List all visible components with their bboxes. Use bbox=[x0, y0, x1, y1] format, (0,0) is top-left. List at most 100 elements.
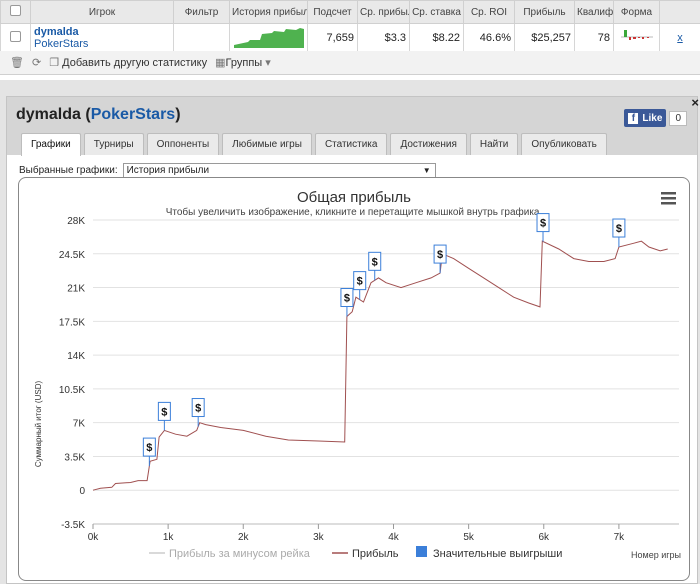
x-tick-label: 0k bbox=[88, 532, 100, 543]
panel-title: dymalda (PokerStars) bbox=[16, 106, 181, 124]
legend-item-profit[interactable]: Прибыль bbox=[352, 548, 399, 560]
grid-toolbar: 🗑 ⟳ ❐ Добавить другую статистику ▦Группы… bbox=[0, 51, 700, 75]
table-row[interactable]: dymalda PokerStars 7,659 $3.3 $8.22 46.6… bbox=[1, 24, 700, 53]
tab-statistics[interactable]: Статистика bbox=[315, 133, 388, 155]
avg-profit-value: $3.3 bbox=[358, 24, 410, 53]
big-win-flag[interactable]: $ bbox=[537, 214, 549, 242]
avg-stake-value: $8.22 bbox=[410, 24, 464, 53]
avg-roi-value: 46.6% bbox=[464, 24, 515, 53]
tab-achievements[interactable]: Достижения bbox=[390, 133, 466, 155]
x-tick-label: 7k bbox=[614, 532, 626, 543]
y-tick-label: 14K bbox=[67, 351, 85, 362]
x-tick-label: 3k bbox=[313, 532, 325, 543]
add-stats-button[interactable]: ❐ Добавить другую статистику bbox=[49, 56, 207, 69]
chart-select-label: Выбранные графики: bbox=[19, 165, 118, 176]
trash-icon[interactable]: 🗑 bbox=[10, 56, 24, 69]
profit-value: $25,257 bbox=[515, 24, 575, 53]
y-tick-label: 3.5K bbox=[64, 452, 85, 463]
select-all-checkbox[interactable] bbox=[1, 1, 31, 24]
network-link[interactable]: PokerStars bbox=[34, 38, 170, 50]
legend-item-rake[interactable]: Прибыль за минусом рейка bbox=[169, 548, 311, 560]
groups-button[interactable]: ▦Группы ▾ bbox=[215, 56, 271, 69]
form-chart bbox=[614, 24, 660, 53]
y-tick-label: 10.5K bbox=[59, 385, 85, 396]
col-player[interactable]: Игрок bbox=[31, 1, 174, 24]
sparkline-icon bbox=[234, 26, 304, 48]
like-button[interactable]: fLike bbox=[624, 109, 666, 127]
table-header-row: Игрок Фильтр История прибыли Подсчет Ср.… bbox=[1, 1, 700, 24]
qual-value: 78 bbox=[575, 24, 614, 53]
col-filter[interactable]: Фильтр bbox=[174, 1, 230, 24]
col-count[interactable]: Подсчет bbox=[308, 1, 358, 24]
facebook-like[interactable]: fLike 0 bbox=[624, 109, 687, 127]
tab-publish[interactable]: Опубликовать bbox=[521, 133, 606, 155]
menu-icon[interactable] bbox=[661, 192, 676, 205]
panel-tabs: Графики Турниры Оппоненты Любимые игры С… bbox=[21, 133, 607, 156]
legend-bigwins-swatch bbox=[416, 546, 427, 557]
col-form[interactable]: Форма bbox=[614, 1, 660, 24]
player-grid: Игрок Фильтр История прибыли Подсчет Ср.… bbox=[0, 0, 700, 80]
player-table: Игрок Фильтр История прибыли Подсчет Ср.… bbox=[0, 0, 700, 53]
svg-text:$: $ bbox=[540, 218, 546, 230]
x-tick-label: 5k bbox=[463, 532, 475, 543]
col-profit[interactable]: Прибыль bbox=[515, 1, 575, 24]
tab-tournaments[interactable]: Турниры bbox=[84, 133, 144, 155]
player-name-link[interactable]: dymalda bbox=[34, 26, 170, 38]
svg-text:$: $ bbox=[146, 442, 152, 454]
y-tick-label: 17.5K bbox=[59, 317, 85, 328]
y-axis-title: Суммарный итог (USD) bbox=[34, 381, 43, 468]
chart-select[interactable]: История прибыли ▼ bbox=[123, 163, 436, 178]
svg-text:$: $ bbox=[161, 406, 167, 418]
col-avg-roi[interactable]: Ср. ROI bbox=[464, 1, 515, 24]
refresh-icon[interactable]: ⟳ bbox=[32, 56, 41, 69]
panel-network-link[interactable]: PokerStars bbox=[91, 106, 176, 123]
remove-link[interactable]: x bbox=[677, 32, 683, 44]
chevron-down-icon: ▾ bbox=[265, 57, 271, 69]
chart-title: Общая прибыль bbox=[297, 189, 411, 206]
big-win-flag[interactable]: $ bbox=[158, 402, 170, 430]
count-value: 7,659 bbox=[308, 24, 358, 53]
svg-text:$: $ bbox=[357, 276, 363, 288]
chart-legend: Прибыль за минусом рейка Прибыль Значите… bbox=[149, 546, 562, 560]
col-history[interactable]: История прибыли bbox=[230, 1, 308, 24]
y-tick-label: 0 bbox=[79, 486, 85, 497]
dropdown-arrow-icon: ▼ bbox=[423, 164, 431, 177]
big-win-flag[interactable]: $ bbox=[143, 438, 155, 466]
player-panel: dymalda (PokerStars) fLike 0 × Графики Т… bbox=[6, 96, 698, 584]
y-tick-label: 24.5K bbox=[59, 250, 85, 261]
x-tick-label: 4k bbox=[388, 532, 400, 543]
svg-text:$: $ bbox=[437, 249, 443, 261]
x-axis-title: Номер игры bbox=[631, 550, 681, 560]
legend-item-bigwins[interactable]: Значительные выигрыши bbox=[433, 548, 562, 560]
profit-chart[interactable]: Общая прибыль Чтобы увеличить изображени… bbox=[18, 177, 690, 581]
big-win-flag[interactable]: $ bbox=[434, 245, 446, 273]
col-avg-stake[interactable]: Ср. ставка bbox=[410, 1, 464, 24]
tab-charts[interactable]: Графики bbox=[21, 133, 81, 156]
tab-favorite-games[interactable]: Любимые игры bbox=[222, 133, 312, 155]
chart-select-row: Выбранные графики: История прибыли ▼ bbox=[19, 163, 436, 178]
series-line-profit bbox=[93, 241, 668, 490]
chart-subtitle: Чтобы увеличить изображение, кликните и … bbox=[166, 206, 543, 218]
x-tick-label: 2k bbox=[238, 532, 250, 543]
svg-text:$: $ bbox=[616, 223, 622, 235]
col-avg-profit[interactable]: Ср. прибыль bbox=[358, 1, 410, 24]
filter-cell bbox=[174, 24, 230, 53]
close-icon[interactable]: × bbox=[691, 95, 699, 110]
svg-text:$: $ bbox=[195, 403, 201, 415]
row-checkbox[interactable] bbox=[1, 24, 31, 53]
tab-find[interactable]: Найти bbox=[470, 133, 519, 155]
svg-text:$: $ bbox=[344, 293, 350, 305]
form-bars-icon bbox=[621, 27, 653, 47]
y-tick-label: 21K bbox=[67, 284, 85, 295]
grid-icon: ▦ bbox=[215, 57, 225, 69]
col-qual[interactable]: Квалиф bbox=[575, 1, 614, 24]
col-remove bbox=[660, 1, 700, 24]
history-sparkline bbox=[230, 24, 308, 53]
big-win-flag[interactable]: $ bbox=[369, 252, 381, 280]
big-win-flag[interactable]: $ bbox=[354, 272, 366, 300]
x-tick-label: 6k bbox=[538, 532, 550, 543]
big-win-flag[interactable]: $ bbox=[613, 219, 625, 247]
x-tick-label: 1k bbox=[163, 532, 175, 543]
like-count: 0 bbox=[669, 111, 687, 126]
tab-opponents[interactable]: Оппоненты bbox=[147, 133, 220, 155]
